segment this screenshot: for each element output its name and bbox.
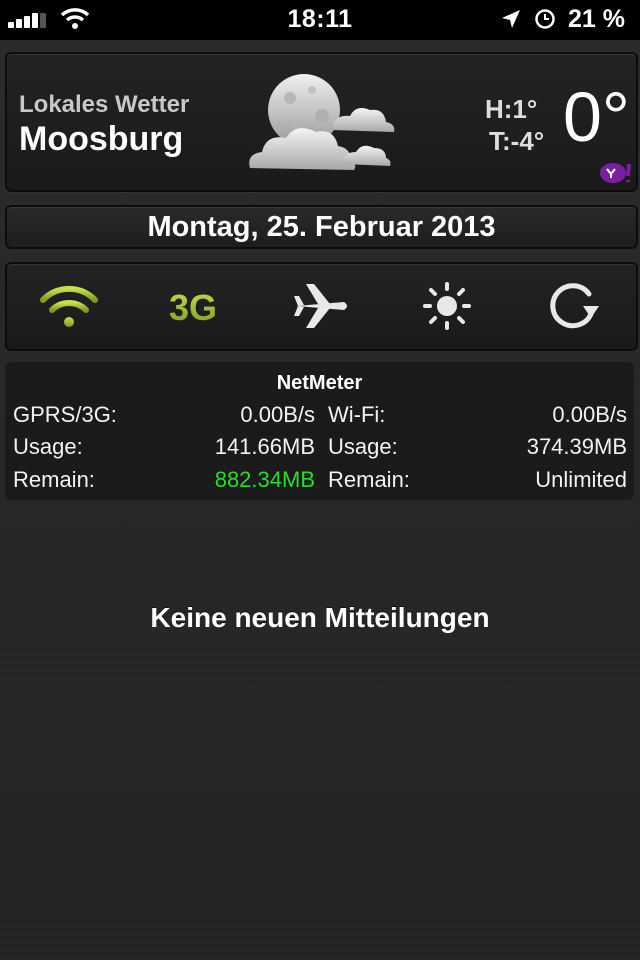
status-bar: 18:11 21 % bbox=[0, 0, 640, 40]
mobile-speed-value: 0.00B/s bbox=[240, 402, 315, 427]
date-bar[interactable]: Montag, 25. Februar 2013 bbox=[5, 205, 638, 249]
mobile-remain-value: 882.34MB bbox=[214, 467, 315, 492]
wifi-usage-value: 374.39MB bbox=[526, 434, 627, 459]
brightness-toggle[interactable] bbox=[417, 278, 477, 334]
weather-high: H:1° bbox=[485, 94, 538, 124]
wifi-usage-label: Usage: bbox=[328, 434, 398, 459]
moon-clouds-icon bbox=[249, 74, 395, 170]
netmeter-title: NetMeter bbox=[276, 372, 363, 394]
mobile-remain-label: Remain: bbox=[13, 467, 95, 492]
weather-widget[interactable]: Lokales Wetter Moosburg H:1° T:-4° 0° bbox=[5, 52, 638, 192]
wifi-remain-label: Remain: bbox=[328, 467, 410, 492]
mobile-usage-label: Usage: bbox=[13, 434, 83, 459]
toggles-bar: 3G bbox=[5, 262, 638, 351]
mobile-speed-label: GPRS/3G: bbox=[13, 402, 117, 427]
airplane-toggle[interactable] bbox=[290, 278, 350, 334]
wifi-speed-value: 0.00B/s bbox=[552, 402, 627, 427]
alarm-clock-icon bbox=[535, 9, 555, 29]
mobile-usage-value: 141.66MB bbox=[214, 434, 315, 459]
location-arrow-icon bbox=[502, 10, 520, 28]
weather-low: T:-4° bbox=[489, 126, 545, 156]
date-text: Montag, 25. Februar 2013 bbox=[147, 211, 496, 243]
weather-city: Moosburg bbox=[19, 120, 184, 158]
weather-current-temp: 0° bbox=[563, 78, 630, 156]
yahoo-logo bbox=[600, 163, 631, 183]
wifi-remain-value: Unlimited bbox=[535, 467, 627, 492]
no-notifications-message: Keine neuen Mitteilungen bbox=[150, 602, 490, 633]
weather-subtitle: Lokales Wetter bbox=[19, 91, 190, 118]
3g-toggle[interactable]: 3G bbox=[163, 278, 223, 334]
battery-percent: 21 % bbox=[568, 5, 625, 33]
svg-text:3G: 3G bbox=[169, 287, 217, 328]
rotate-icon[interactable] bbox=[545, 278, 605, 334]
wifi-speed-label: Wi-Fi: bbox=[328, 402, 386, 427]
netmeter-widget[interactable]: NetMeter GPRS/3G: 0.00B/s Usage: 141.66M… bbox=[5, 362, 634, 500]
wifi-toggle[interactable] bbox=[39, 278, 99, 334]
